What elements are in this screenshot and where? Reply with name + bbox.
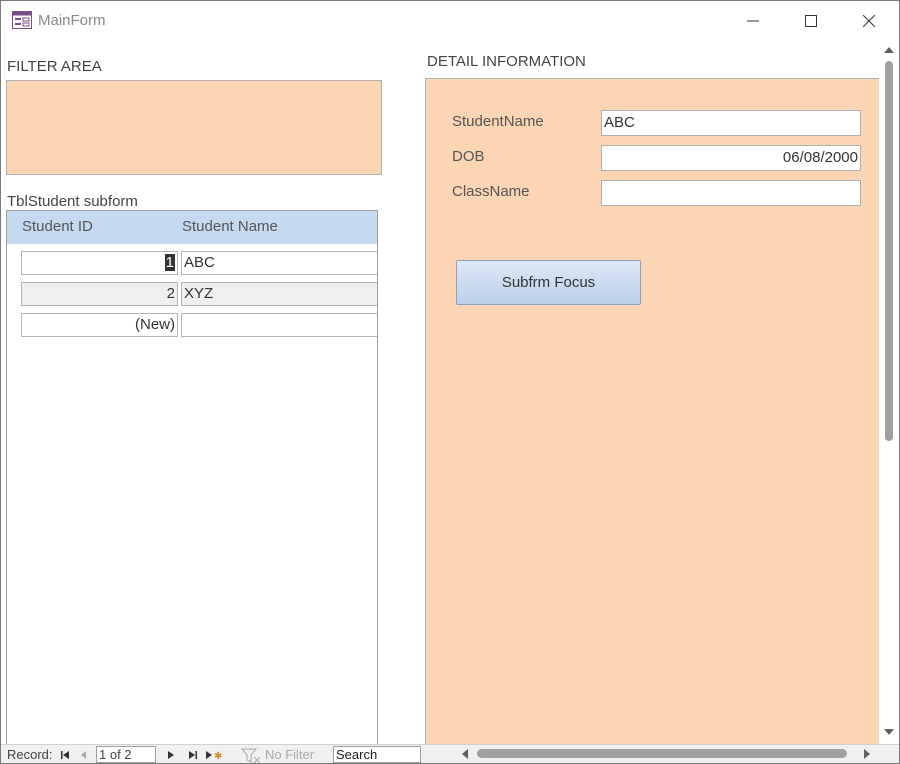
minimize-button[interactable] — [731, 5, 775, 37]
column-header-student-id[interactable]: Student ID — [22, 218, 93, 235]
svg-text:✱: ✱ — [214, 751, 222, 761]
maximize-icon — [805, 15, 817, 27]
student-name-cell[interactable]: XYZ — [181, 282, 377, 306]
subform-header-row: Student ID Student Name — [7, 211, 377, 244]
scroll-left-icon[interactable] — [460, 747, 470, 761]
window-title: MainForm — [38, 12, 106, 29]
vertical-scroll-thumb[interactable] — [885, 61, 893, 441]
filter-area-panel — [6, 80, 382, 175]
class-name-label: ClassName — [452, 183, 530, 200]
minimize-icon — [747, 20, 759, 22]
current-record-input[interactable]: 1 of 2 — [96, 746, 156, 763]
main-form-window: MainForm FILTER AREA TblStudent subform … — [0, 0, 900, 764]
filter-icon[interactable] — [241, 748, 263, 764]
scroll-right-icon[interactable] — [862, 747, 872, 761]
column-header-student-name[interactable]: Student Name — [182, 218, 278, 235]
title-bar: MainForm — [1, 1, 899, 41]
last-record-icon[interactable] — [187, 749, 199, 761]
student-name-cell[interactable]: ABC — [181, 251, 377, 275]
student-name-label: StudentName — [452, 113, 544, 130]
dob-field[interactable]: 06/08/2000 — [601, 145, 861, 171]
close-icon — [863, 15, 875, 27]
dob-label: DOB — [452, 148, 485, 165]
student-id-cell[interactable]: 2 — [21, 282, 178, 306]
horizontal-scroll-thumb[interactable] — [477, 749, 847, 758]
previous-record-icon[interactable] — [79, 749, 89, 761]
student-id-cell[interactable]: 1 — [21, 251, 178, 275]
student-id-value: 1 — [164, 254, 175, 271]
close-button[interactable] — [847, 5, 891, 37]
no-filter-label[interactable]: No Filter — [265, 747, 314, 762]
student-id-cell[interactable]: (New) — [21, 313, 178, 337]
record-label: Record: — [7, 747, 53, 762]
scroll-up-icon[interactable] — [883, 45, 895, 55]
class-name-field[interactable] — [601, 180, 861, 206]
search-input[interactable]: Search — [333, 746, 421, 763]
first-record-icon[interactable] — [59, 749, 71, 761]
maximize-button[interactable] — [789, 5, 833, 37]
student-subform[interactable]: Student ID Student Name 1 ABC 2 XYZ (New… — [6, 210, 378, 752]
subform-label: TblStudent subform — [7, 193, 138, 210]
form-icon — [12, 11, 32, 29]
filter-area-heading: FILTER AREA — [7, 58, 102, 75]
next-record-icon[interactable] — [166, 749, 176, 761]
detail-information-heading: DETAIL INFORMATION — [427, 53, 586, 70]
new-record-icon[interactable]: ✱ — [205, 749, 223, 761]
student-name-field[interactable]: ABC — [601, 110, 861, 136]
subfrm-focus-button[interactable]: Subfrm Focus — [456, 260, 641, 305]
student-name-cell[interactable] — [181, 313, 377, 337]
scroll-down-icon[interactable] — [883, 727, 895, 737]
